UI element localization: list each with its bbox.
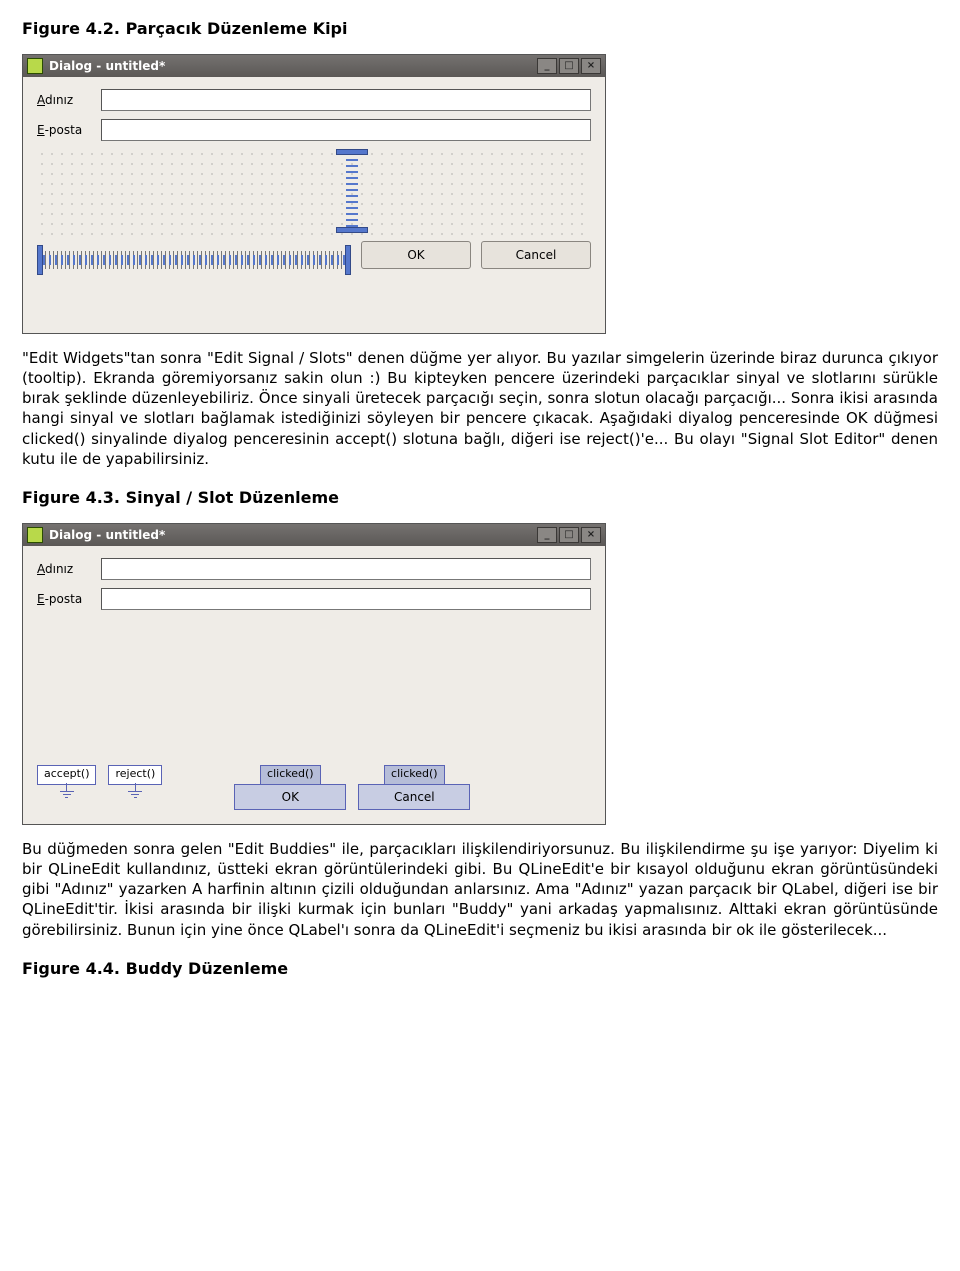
horizontal-spacer[interactable]: [37, 251, 351, 269]
minimize-icon[interactable]: _: [537, 527, 557, 543]
label-adiniz: Adınız: [37, 92, 101, 108]
slot-accept-box[interactable]: accept(): [37, 765, 96, 785]
qt-designer-window-fig43: Dialog - untitled* _ □ × Adınız E-posta …: [22, 523, 606, 825]
input-adiniz[interactable]: [101, 89, 591, 111]
ok-button[interactable]: OK: [361, 241, 471, 269]
label-eposta: E-posta: [37, 122, 101, 138]
ground-icon: [60, 783, 74, 798]
signal-clicked-cancel[interactable]: clicked(): [384, 765, 445, 784]
maximize-icon[interactable]: □: [559, 527, 579, 543]
cancel-button[interactable]: Cancel: [358, 784, 470, 810]
label-adiniz: Adınız: [37, 561, 101, 577]
vertical-spacer[interactable]: [337, 149, 367, 233]
titlebar[interactable]: Dialog - untitled* _ □ ×: [23, 524, 605, 546]
qt-designer-window-fig42: Dialog - untitled* _ □ × Adınız E-posta: [22, 54, 606, 334]
dot-grid: [37, 149, 591, 235]
label-eposta: E-posta: [37, 591, 101, 607]
window-title: Dialog - untitled*: [49, 527, 535, 543]
minimize-icon[interactable]: _: [537, 58, 557, 74]
input-eposta[interactable]: [101, 119, 591, 141]
maximize-icon[interactable]: □: [559, 58, 579, 74]
form-canvas: Adınız E-posta OK Cancel: [23, 77, 605, 333]
ground-icon: [128, 783, 142, 798]
cancel-button[interactable]: Cancel: [481, 241, 591, 269]
input-adiniz[interactable]: [101, 558, 591, 580]
paragraph-after-fig42: "Edit Widgets"tan sonra "Edit Signal / S…: [22, 348, 938, 470]
qt-app-icon: [27, 58, 43, 74]
signal-clicked-ok[interactable]: clicked(): [260, 765, 321, 784]
slot-reject-box[interactable]: reject(): [108, 765, 162, 785]
figure-4-2-caption: Figure 4.2. Parçacık Düzenleme Kipi: [22, 18, 938, 40]
figure-4-4-caption: Figure 4.4. Buddy Düzenleme: [22, 958, 938, 980]
titlebar[interactable]: Dialog - untitled* _ □ ×: [23, 55, 605, 77]
input-eposta[interactable]: [101, 588, 591, 610]
close-icon[interactable]: ×: [581, 58, 601, 74]
form-canvas: Adınız E-posta accept() reject() clic: [23, 546, 605, 824]
figure-4-3-caption: Figure 4.3. Sinyal / Slot Düzenleme: [22, 487, 938, 509]
close-icon[interactable]: ×: [581, 527, 601, 543]
signal-slot-row: accept() reject() clicked() OK clicked()…: [37, 765, 470, 810]
qt-app-icon: [27, 527, 43, 543]
paragraph-after-fig43: Bu düğmeden sonra gelen "Edit Buddies" i…: [22, 839, 938, 940]
window-title: Dialog - untitled*: [49, 58, 535, 74]
ok-button[interactable]: OK: [234, 784, 346, 810]
